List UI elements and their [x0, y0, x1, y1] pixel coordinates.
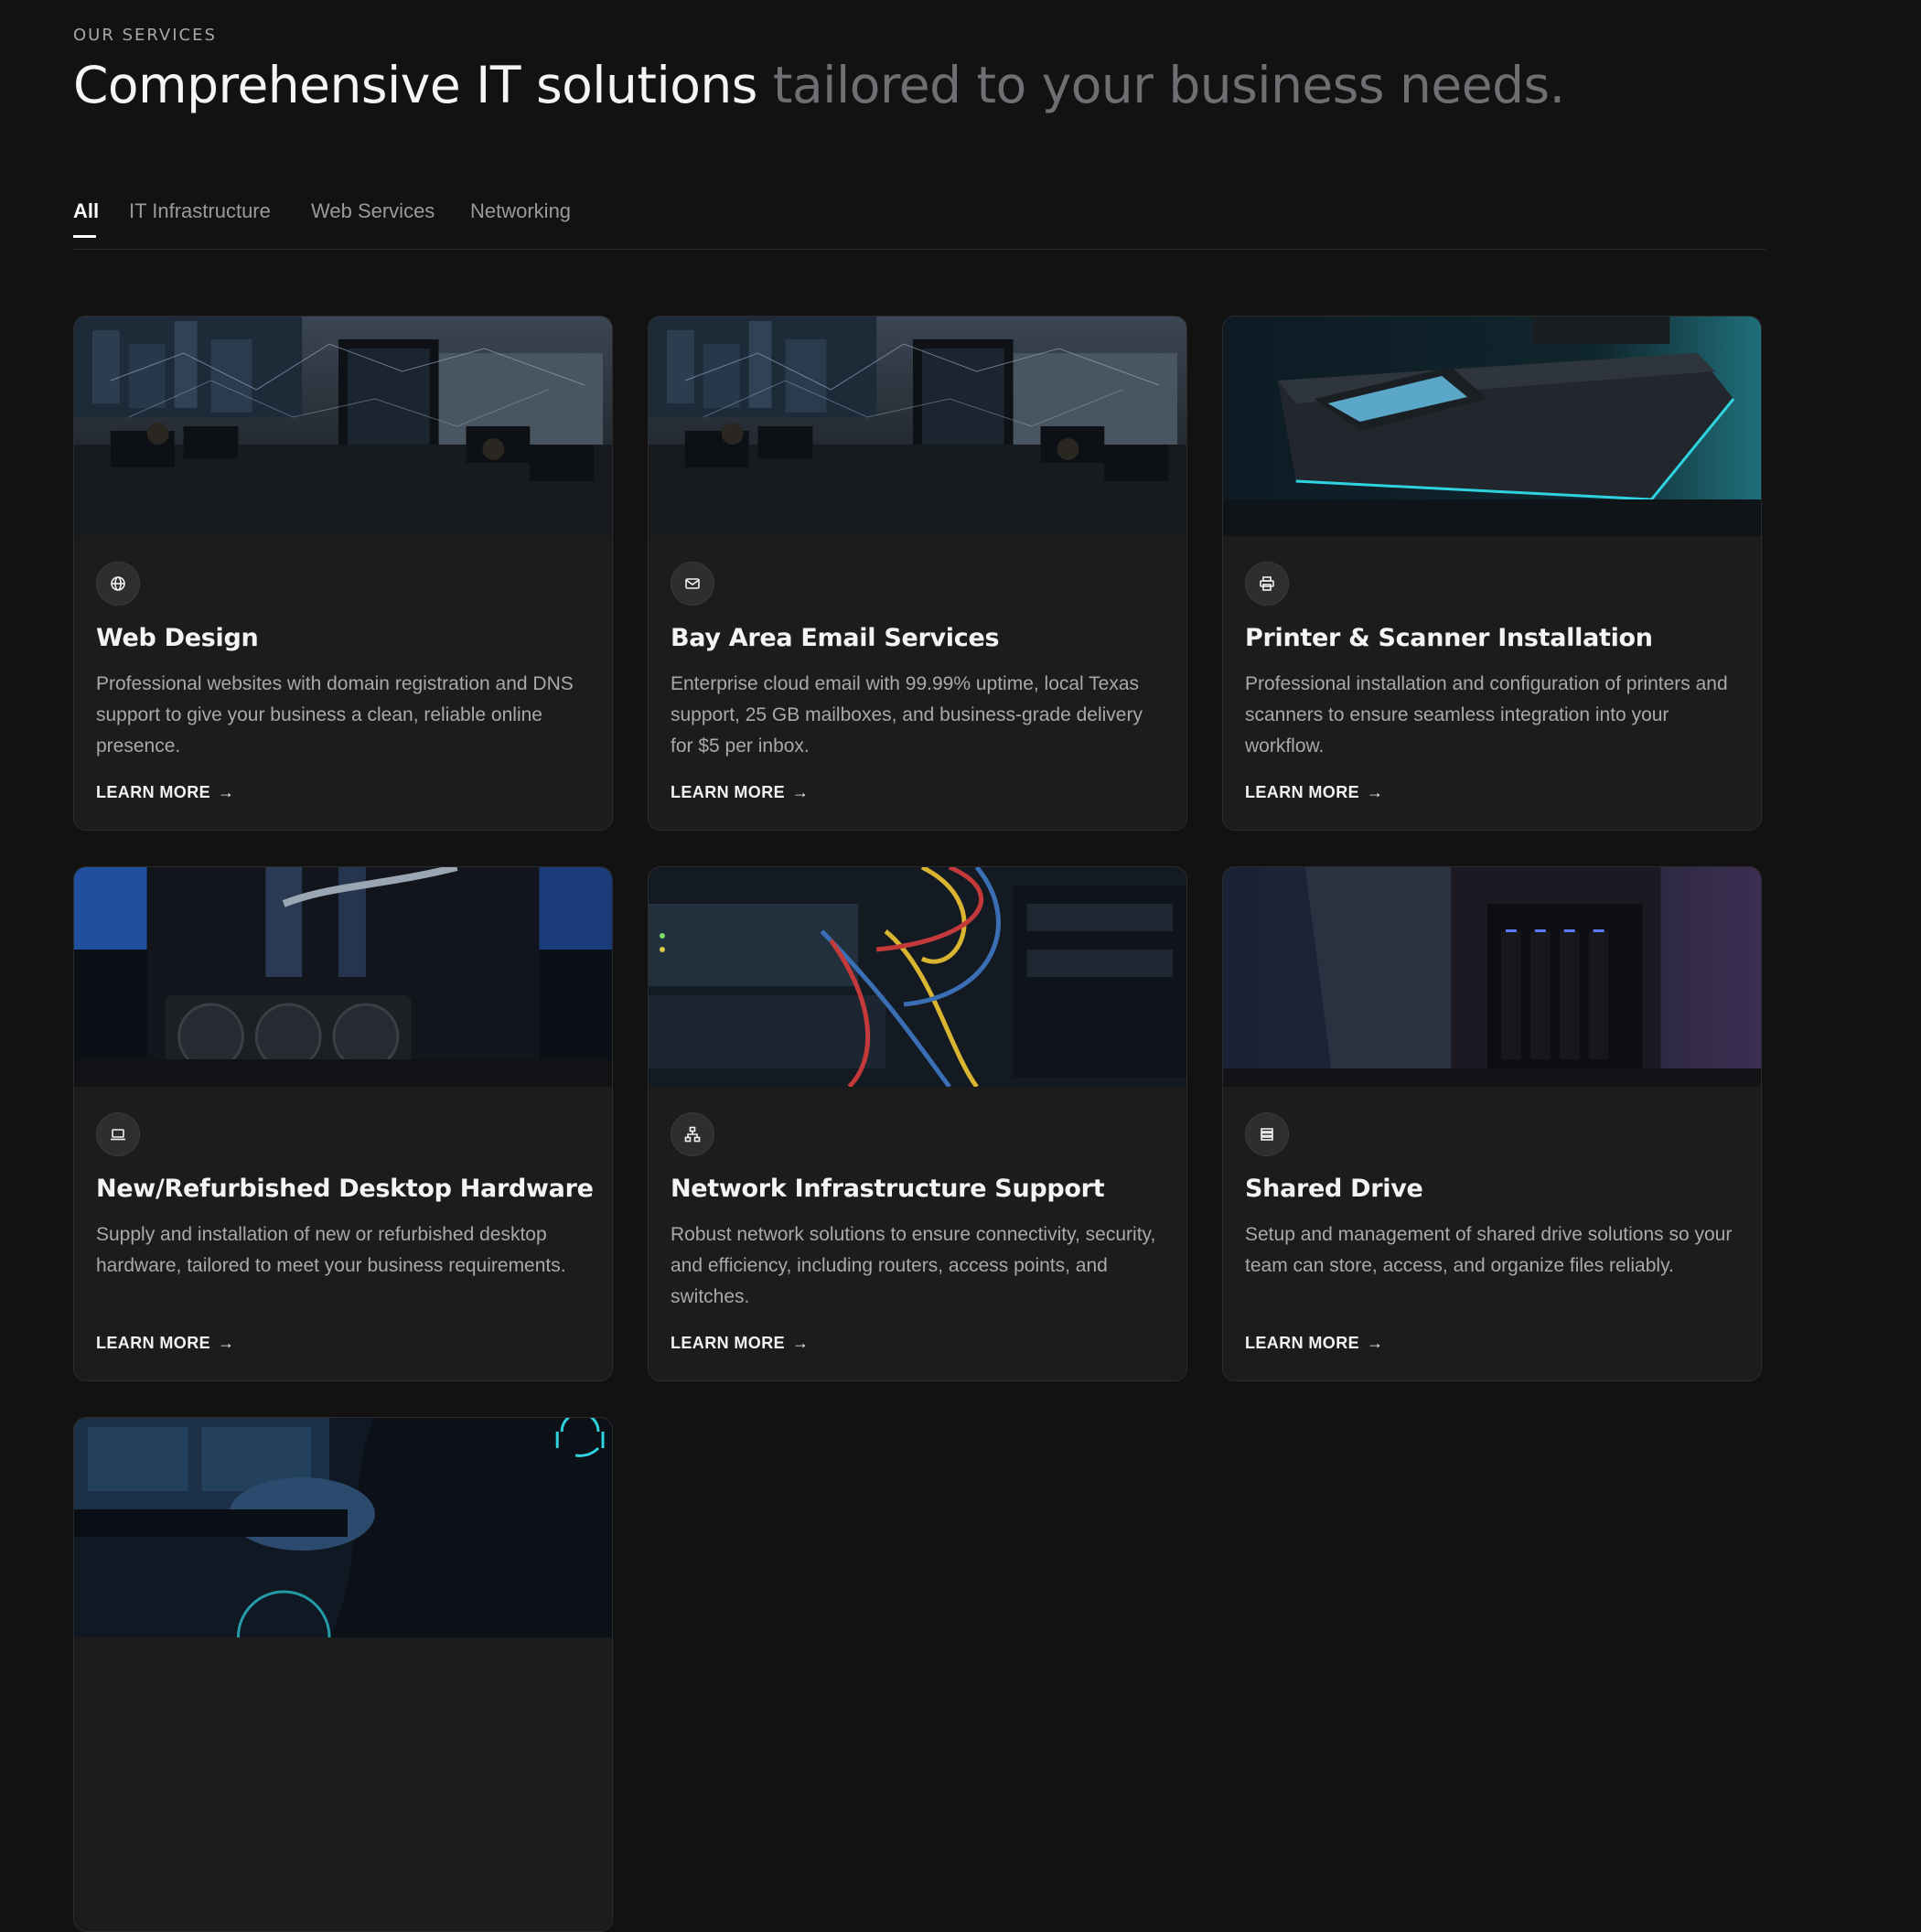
nas-image: [1223, 867, 1761, 1087]
headline-strong: Comprehensive IT solutions: [73, 56, 757, 114]
tab-all[interactable]: All: [73, 199, 99, 223]
helpdesk-image: [74, 1418, 612, 1637]
card-description: Robust network solutions to ensure conne…: [671, 1224, 1156, 1307]
learn-more-link[interactable]: LEARN MORE →: [96, 1334, 234, 1353]
card-title: New/Refurbished Desktop Hardware: [96, 1175, 594, 1203]
card-title: Bay Area Email Services: [671, 624, 1000, 652]
service-card-web-design[interactable]: Web Design Professional websites with do…: [73, 316, 613, 831]
printer-image: [1223, 317, 1761, 536]
card-description: Setup and management of shared drive sol…: [1245, 1224, 1733, 1276]
card-title: Network Infrastructure Support: [671, 1175, 1105, 1203]
card-title: Shared Drive: [1245, 1175, 1423, 1203]
service-card-printer-scanner[interactable]: Printer & Scanner Installation Professio…: [1222, 316, 1762, 831]
card-description: Supply and installation of new or refurb…: [96, 1224, 566, 1276]
card-title: Web Design: [96, 624, 259, 652]
learn-more-link[interactable]: LEARN MORE →: [1245, 783, 1383, 802]
learn-more-link[interactable]: LEARN MORE →: [671, 783, 809, 802]
learn-more-label: LEARN MORE: [96, 783, 210, 801]
tab-it-infrastructure[interactable]: IT Infrastructure: [129, 199, 271, 223]
card-description: Professional installation and configurat…: [1245, 673, 1728, 757]
arrow-right-icon: →: [792, 1334, 810, 1352]
learn-more-label: LEARN MORE: [1245, 1334, 1359, 1352]
card-description: Enterprise cloud email with 99.99% uptim…: [671, 673, 1143, 757]
arrow-right-icon: →: [218, 783, 235, 801]
network-cables-image: [649, 867, 1186, 1087]
learn-more-label: LEARN MORE: [671, 1334, 785, 1352]
section-eyebrow: OUR SERVICES: [73, 26, 217, 45]
laptop-icon: [96, 1112, 140, 1156]
service-card-email-services[interactable]: Bay Area Email Services Enterprise cloud…: [648, 316, 1187, 831]
learn-more-label: LEARN MORE: [1245, 783, 1359, 801]
learn-more-label: LEARN MORE: [96, 1334, 210, 1352]
learn-more-label: LEARN MORE: [671, 783, 785, 801]
arrow-right-icon: →: [1367, 1334, 1384, 1352]
service-card-shared-drive[interactable]: Shared Drive Setup and management of sha…: [1222, 866, 1762, 1381]
printer-icon: [1245, 562, 1289, 606]
headline-muted: tailored to your business needs.: [772, 56, 1565, 114]
category-tabs: All IT Infrastructure Web Services Netwo…: [73, 194, 1765, 250]
network-icon: [671, 1112, 714, 1156]
globe-icon: [96, 562, 140, 606]
server-icon: [1245, 1112, 1289, 1156]
service-card-helpdesk[interactable]: [73, 1417, 613, 1932]
learn-more-link[interactable]: LEARN MORE →: [1245, 1334, 1383, 1353]
gpu-image: [74, 867, 612, 1087]
arrow-right-icon: →: [1367, 783, 1384, 801]
arrow-right-icon: →: [792, 783, 810, 801]
arrow-right-icon: →: [218, 1334, 235, 1352]
section-headline: Comprehensive IT solutions tailored to y…: [73, 53, 1565, 117]
office-datacenter-image: [649, 317, 1186, 536]
learn-more-link[interactable]: LEARN MORE →: [671, 1334, 809, 1353]
card-title: Printer & Scanner Installation: [1245, 624, 1653, 652]
active-tab-indicator: [73, 235, 96, 238]
mail-icon: [671, 562, 714, 606]
office-datacenter-image: [74, 317, 612, 536]
tab-networking[interactable]: Networking: [470, 199, 571, 223]
tab-web-services[interactable]: Web Services: [311, 199, 435, 223]
learn-more-link[interactable]: LEARN MORE →: [96, 783, 234, 802]
card-description: Professional websites with domain regist…: [96, 673, 574, 757]
service-card-desktop-hardware[interactable]: New/Refurbished Desktop Hardware Supply …: [73, 866, 613, 1381]
service-card-network-infrastructure[interactable]: Network Infrastructure Support Robust ne…: [648, 866, 1187, 1381]
